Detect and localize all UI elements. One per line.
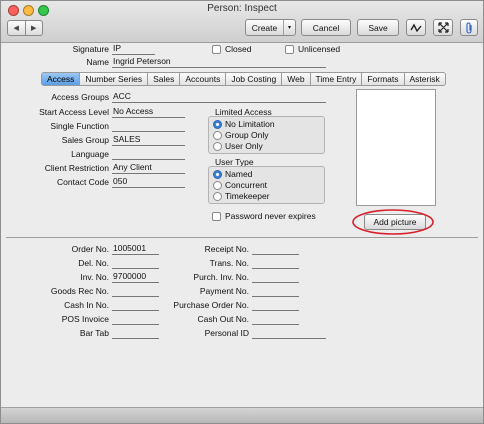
receipt-no-field[interactable] <box>252 243 299 255</box>
next-record-button[interactable]: ▶ <box>24 21 43 35</box>
language-label: Language <box>71 149 109 159</box>
radio-concurrent[interactable] <box>213 181 222 190</box>
cash-in-no-label: Cash In No. <box>64 300 109 310</box>
tab-web[interactable]: Web <box>281 73 309 85</box>
order-no-field[interactable]: 1005001 <box>112 243 159 255</box>
password-never-expires-label: Password never expires <box>225 211 316 221</box>
closed-label: Closed <box>225 44 252 54</box>
pos-invoice-label: POS Invoice <box>61 314 109 324</box>
single-function-field[interactable] <box>112 120 185 132</box>
tab-sales[interactable]: Sales <box>147 73 179 85</box>
radio-user-only-label: User Only <box>225 141 263 151</box>
annotation-highlight-ellipse <box>352 209 434 235</box>
signature-icon <box>410 23 422 32</box>
cash-out-no-field[interactable] <box>252 313 299 325</box>
previous-record-button[interactable]: ◀ <box>8 21 25 35</box>
name-label: Name <box>86 57 109 67</box>
radio-timekeeper-label: Timekeeper <box>225 191 270 201</box>
del-no-label: Del. No. <box>78 258 109 268</box>
cash-in-no-field[interactable] <box>112 299 159 311</box>
radio-concurrent-label: Concurrent <box>225 180 268 190</box>
unlicensed-label: Unlicensed <box>298 44 341 54</box>
attach-button[interactable] <box>460 19 478 36</box>
save-button[interactable]: Save <box>357 19 399 36</box>
access-groups-label: Access Groups <box>51 92 109 102</box>
purch-inv-no-field[interactable] <box>252 271 299 283</box>
access-groups-field[interactable]: ACC <box>112 91 326 103</box>
del-no-field[interactable] <box>112 257 159 269</box>
radio-user-only[interactable] <box>213 142 222 151</box>
chevron-down-icon[interactable]: ▾ <box>283 20 295 35</box>
status-bar <box>1 407 483 423</box>
expand-icon <box>437 22 449 33</box>
expand-button[interactable] <box>433 19 453 36</box>
title-bar: Person: Inspect ◀ ▶ Create ▾ Cancel Save <box>1 1 483 43</box>
radio-group-only-label: Group Only <box>225 130 269 140</box>
purchase-order-no-label: Purchase Order No. <box>173 300 249 310</box>
create-button-label: Create <box>251 22 278 33</box>
payment-no-label: Payment No. <box>199 286 249 296</box>
tab-asterisk[interactable]: Asterisk <box>403 73 445 85</box>
purch-inv-no-label: Purch. Inv. No. <box>193 272 249 282</box>
name-field[interactable]: Ingrid Peterson <box>112 56 326 68</box>
client-restriction-label: Client Restriction <box>44 163 109 173</box>
single-function-label: Single Function <box>50 121 109 131</box>
sales-group-label: Sales Group <box>61 135 109 145</box>
tab-time-entry[interactable]: Time Entry <box>309 73 362 85</box>
tab-access[interactable]: Access <box>42 73 80 85</box>
inv-no-label: Inv. No. <box>80 272 109 282</box>
record-navigation: ◀ ▶ <box>7 20 43 36</box>
radio-named[interactable] <box>213 170 222 179</box>
tab-number-series[interactable]: Number Series <box>79 73 147 85</box>
radio-named-label: Named <box>225 169 253 179</box>
pos-invoice-field[interactable] <box>112 313 159 325</box>
tab-formats[interactable]: Formats <box>361 73 403 85</box>
purchase-order-no-field[interactable] <box>252 299 299 311</box>
trans-no-label: Trans. No. <box>209 258 249 268</box>
cash-out-no-label: Cash Out No. <box>197 314 250 324</box>
signature-label: Signature <box>72 44 109 54</box>
window: Person: Inspect ◀ ▶ Create ▾ Cancel Save… <box>0 0 484 424</box>
inv-no-field[interactable]: 9700000 <box>112 271 159 283</box>
contact-code-label: Contact Code <box>57 177 109 187</box>
radio-timekeeper[interactable] <box>213 192 222 201</box>
order-no-label: Order No. <box>71 244 109 254</box>
sales-group-field[interactable]: SALES <box>112 134 185 146</box>
language-field[interactable] <box>112 148 185 160</box>
start-access-level-label: Start Access Level <box>39 107 109 117</box>
trans-no-field[interactable] <box>252 257 299 269</box>
attach-icon <box>465 22 472 34</box>
password-never-expires-checkbox[interactable] <box>212 212 221 221</box>
signature-button[interactable] <box>406 19 426 36</box>
personal-id-field[interactable] <box>252 327 326 339</box>
picture-well[interactable] <box>356 89 436 206</box>
payment-no-field[interactable] <box>252 285 299 297</box>
goods-rec-no-label: Goods Rec No. <box>50 286 109 296</box>
unlicensed-checkbox[interactable] <box>285 45 294 54</box>
client-restriction-field[interactable]: Any Client <box>112 162 185 174</box>
section-divider <box>6 237 478 238</box>
tab-job-costing[interactable]: Job Costing <box>225 73 281 85</box>
bar-tab-label: Bar Tab <box>79 328 109 338</box>
signature-field[interactable]: IP <box>112 43 155 55</box>
bar-tab-field[interactable] <box>112 327 159 339</box>
cancel-button[interactable]: Cancel <box>301 19 351 36</box>
closed-checkbox[interactable] <box>212 45 221 54</box>
radio-no-limitation-label: No Limitation <box>225 119 275 129</box>
personal-id-label: Personal ID <box>204 328 249 338</box>
tab-accounts[interactable]: Accounts <box>179 73 225 85</box>
radio-no-limitation[interactable] <box>213 120 222 129</box>
contact-code-field[interactable]: 050 <box>112 176 185 188</box>
radio-group-only[interactable] <box>213 131 222 140</box>
tab-bar: Access Number Series Sales Accounts Job … <box>41 72 446 86</box>
goods-rec-no-field[interactable] <box>112 285 159 297</box>
create-button[interactable]: Create ▾ <box>245 19 296 36</box>
window-title: Person: Inspect <box>207 3 277 14</box>
start-access-level-field[interactable]: No Access <box>112 106 185 118</box>
receipt-no-label: Receipt No. <box>204 244 249 254</box>
